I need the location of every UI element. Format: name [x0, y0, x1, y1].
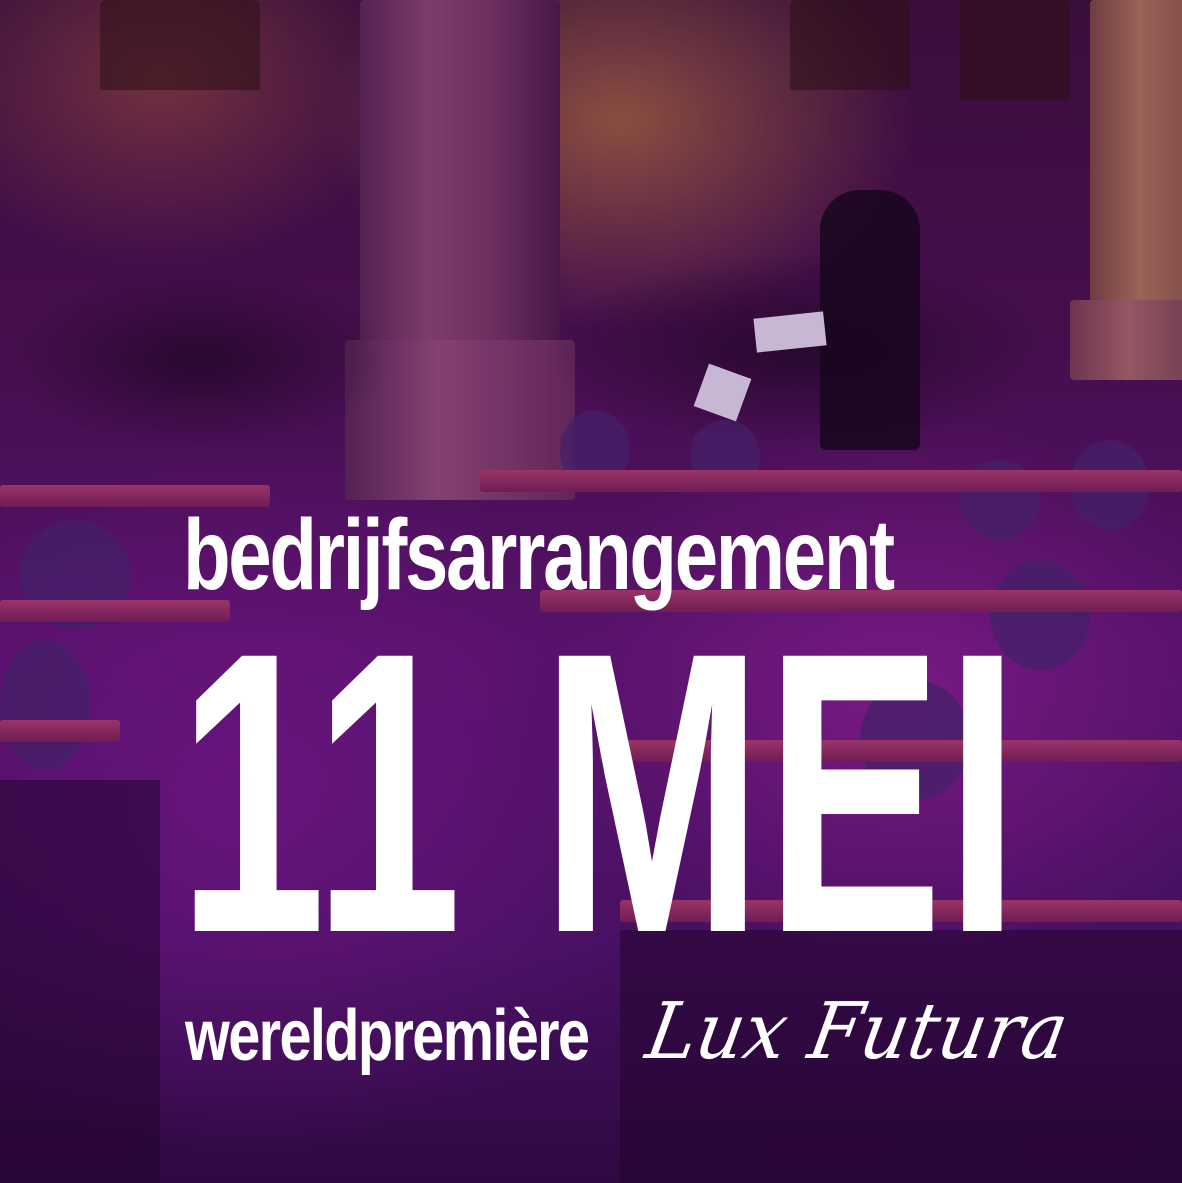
poster: bedrijfsarrangement 11 MEI wereldpremièr… — [0, 0, 1182, 1183]
event-date: 11 MEI — [178, 569, 1022, 1016]
premiere-label: wereldpremière — [185, 996, 590, 1076]
piece-title: Lux Futura — [640, 987, 1075, 1077]
